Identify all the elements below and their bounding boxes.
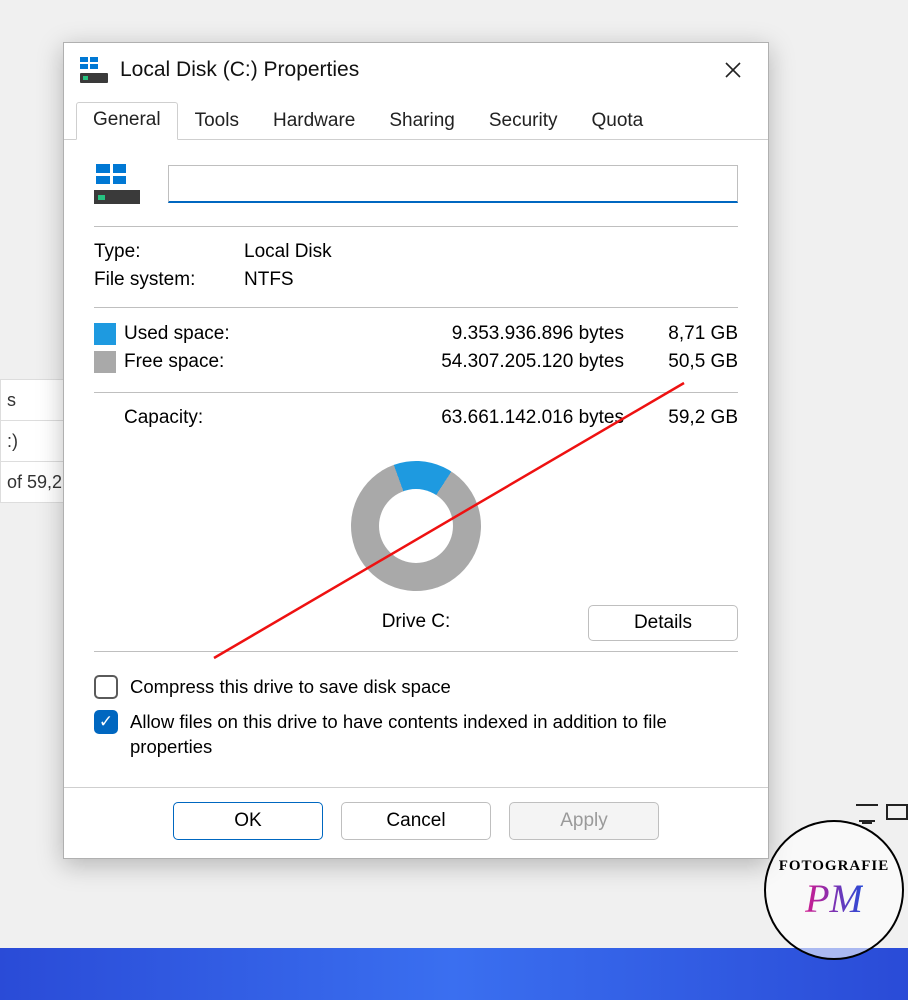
tab-content-general: Type: Local Disk File system: NTFS Used … — [64, 140, 768, 787]
close-icon — [725, 62, 741, 78]
used-space-row: Used space: 9.353.936.896 bytes 8,71 GB — [94, 320, 738, 348]
details-button[interactable]: Details — [588, 605, 738, 641]
watermark-line1: FOTOGRAFIE — [779, 858, 890, 875]
space-table: Used space: 9.353.936.896 bytes 8,71 GB … — [94, 314, 738, 386]
free-space-row: Free space: 54.307.205.120 bytes 50,5 GB — [94, 348, 738, 376]
tab-tools[interactable]: Tools — [178, 103, 256, 140]
free-gb: 50,5 GB — [638, 351, 738, 373]
free-label: Free space: — [124, 351, 274, 373]
close-button[interactable] — [716, 53, 750, 87]
tab-general[interactable]: General — [76, 102, 178, 140]
separator — [94, 307, 738, 308]
compress-checkbox[interactable] — [94, 675, 118, 699]
capacity-label: Capacity: — [124, 407, 274, 429]
usage-chart — [94, 441, 738, 611]
index-checkbox[interactable] — [94, 710, 118, 734]
compress-label: Compress this drive to save disk space — [130, 675, 451, 700]
tab-security[interactable]: Security — [472, 103, 575, 140]
capacity-row: Capacity: 63.661.142.016 bytes 59,2 GB — [94, 399, 738, 437]
cancel-button[interactable]: Cancel — [341, 802, 491, 840]
separator — [94, 392, 738, 393]
type-label: Type: — [94, 241, 244, 263]
filesystem-value: NTFS — [244, 269, 738, 291]
used-swatch-icon — [94, 323, 116, 345]
taskbar — [0, 948, 908, 1000]
used-bytes: 9.353.936.896 bytes — [274, 323, 638, 345]
drive-icon-large — [94, 164, 140, 204]
drive-icon — [80, 57, 108, 83]
background-window-icons — [856, 804, 908, 820]
window-title: Local Disk (C:) Properties — [120, 58, 716, 82]
used-label: Used space: — [124, 323, 274, 345]
watermark: FOTOGRAFIE PM — [764, 820, 904, 960]
capacity-gb: 59,2 GB — [638, 407, 738, 429]
separator — [94, 226, 738, 227]
tab-quota[interactable]: Quota — [574, 103, 660, 140]
apply-button[interactable]: Apply — [509, 802, 659, 840]
used-gb: 8,71 GB — [638, 323, 738, 345]
bg-row: :) — [0, 420, 69, 462]
bg-row: of 59,2 — [0, 461, 69, 503]
watermark-line2: PM — [805, 875, 863, 922]
filesystem-label: File system: — [94, 269, 244, 291]
free-swatch-icon — [94, 351, 116, 373]
free-bytes: 54.307.205.120 bytes — [274, 351, 638, 373]
donut-chart-icon — [351, 461, 481, 591]
type-value: Local Disk — [244, 241, 738, 263]
ok-button[interactable]: OK — [173, 802, 323, 840]
drive-label: Drive C: — [382, 611, 451, 633]
capacity-bytes: 63.661.142.016 bytes — [274, 407, 638, 429]
bg-row: s — [0, 379, 69, 421]
titlebar[interactable]: Local Disk (C:) Properties — [64, 43, 768, 101]
tab-hardware[interactable]: Hardware — [256, 103, 372, 140]
drive-name-input[interactable] — [168, 165, 738, 203]
tab-sharing[interactable]: Sharing — [372, 103, 472, 140]
index-label: Allow files on this drive to have conten… — [130, 710, 738, 760]
desktop-background-list: s :) of 59,2 — [0, 380, 69, 502]
dialog-buttons: OK Cancel Apply — [64, 787, 768, 858]
properties-dialog: Local Disk (C:) Properties General Tools… — [63, 42, 769, 859]
separator — [94, 651, 738, 652]
tab-strip: General Tools Hardware Sharing Security … — [64, 101, 768, 140]
